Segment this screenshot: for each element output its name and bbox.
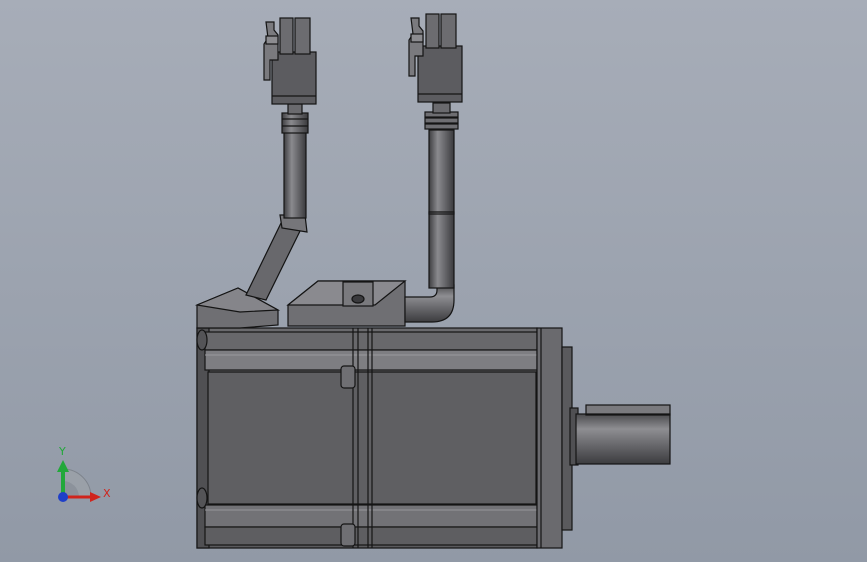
cable-left[interactable] [245, 103, 309, 301]
front-flange[interactable] [536, 327, 579, 549]
motor-body[interactable] [196, 327, 560, 549]
y-axis-label: Y [58, 445, 66, 458]
x-axis-label: X [103, 487, 111, 500]
plug-right[interactable] [408, 13, 463, 103]
model-view[interactable]: Y X [0, 0, 867, 562]
output-shaft[interactable] [575, 404, 671, 465]
reference-triad: Y X [57, 445, 111, 502]
cable-right[interactable] [404, 102, 459, 323]
plug-left[interactable] [263, 17, 317, 105]
connector-block-right[interactable] [286, 280, 407, 327]
graphics-viewport[interactable]: Y X [0, 0, 867, 562]
z-axis-dot [58, 492, 68, 502]
